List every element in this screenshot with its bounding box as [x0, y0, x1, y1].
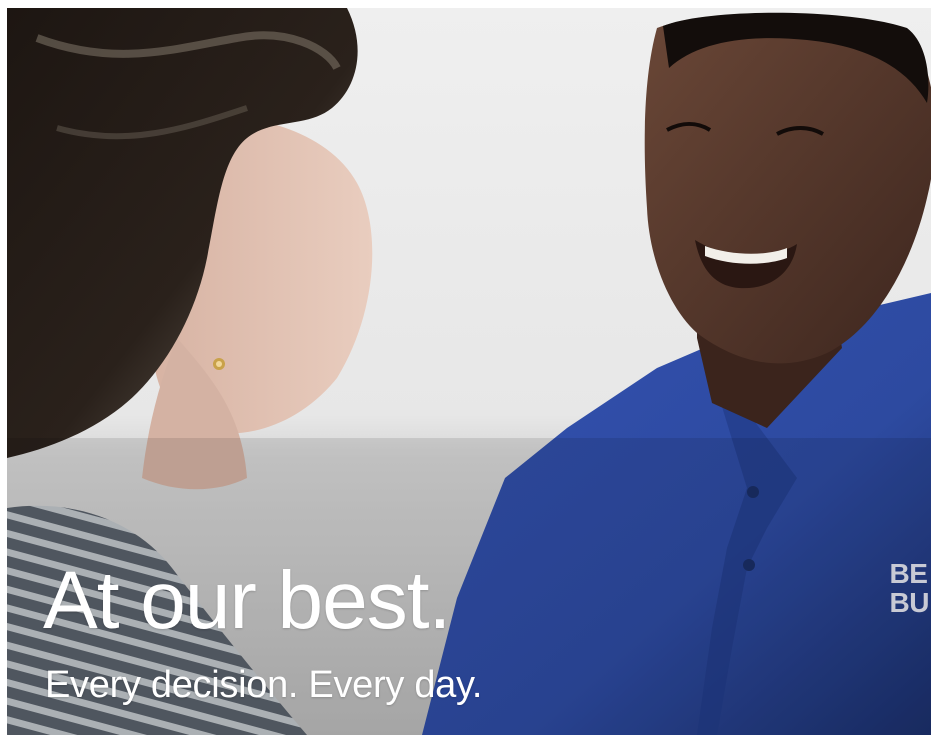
hero-banner: At our best. Every decision. Every day. … [7, 8, 931, 735]
logo-line-2: BU [889, 587, 930, 618]
hero-text-block: At our best. Every decision. Every day. [43, 555, 483, 706]
hero-headline: At our best. [43, 555, 451, 646]
best-buy-logo-icon: BE BU [889, 558, 930, 618]
logo-line-1: BE [889, 558, 928, 589]
hero-subheadline: Every decision. Every day. [45, 664, 483, 706]
